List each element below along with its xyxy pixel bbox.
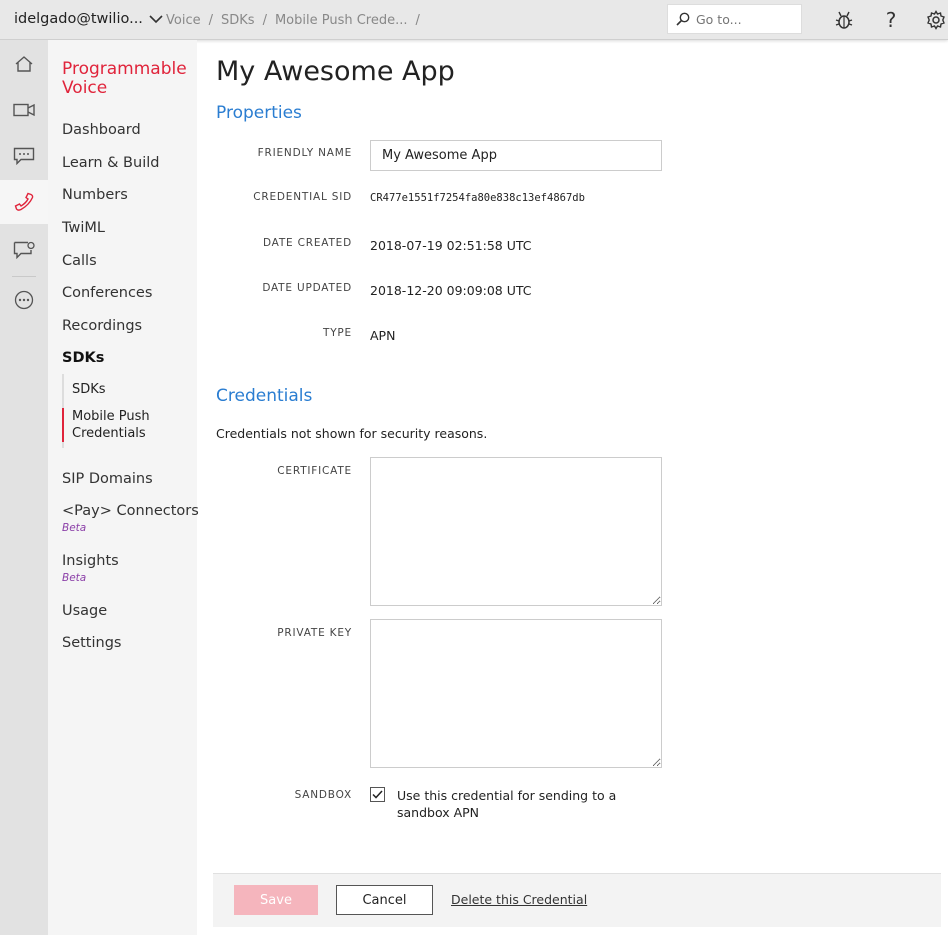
certificate-label: CERTIFICATE [277,465,352,477]
credentials-note: Credentials not shown for security reaso… [216,426,488,441]
phone-icon[interactable] [0,180,48,224]
action-footer: Save Cancel Delete this Credential [213,873,941,927]
nav-sdks[interactable]: SDKs [62,350,104,366]
breadcrumb-separator: / [415,13,420,28]
video-icon[interactable] [0,88,48,132]
date-created-value: 2018-07-19 02:51:58 UTC [370,238,532,253]
sdks-subnav: SDKs Mobile Push Credentials [62,374,192,448]
top-bar: idelgado@twilio... Voice / SDKs / Mobile Pus… [0,0,948,40]
page-title: My Awesome App [216,56,455,87]
side-nav: Programmable Voice Dashboard Learn & Bui… [48,40,199,935]
private-key-label: PRIVATE KEY [277,627,352,639]
search-box[interactable] [667,4,802,34]
chat-settings-icon[interactable] [0,228,48,272]
sandbox-checkbox-label[interactable]: Use this credential for sending to a san… [397,787,667,821]
nav-usage[interactable]: Usage [62,603,107,619]
subnav-sdks[interactable]: SDKs [72,381,106,398]
nav-dashboard[interactable]: Dashboard [62,122,141,138]
sandbox-checkbox[interactable] [370,787,385,802]
nav-insights[interactable]: Insights [62,553,119,569]
more-icon[interactable] [0,278,48,322]
debugger-bug-icon[interactable] [833,9,855,31]
delete-credential-link[interactable]: Delete this Credential [451,892,587,907]
cancel-button[interactable]: Cancel [336,885,433,915]
product-title: Programmable Voice [62,59,187,98]
chevron-down-icon [149,15,163,24]
save-button[interactable]: Save [234,885,318,915]
nav-sip-domains[interactable]: SIP Domains [62,471,153,487]
nav-recordings[interactable]: Recordings [62,318,142,334]
nav-pay-connectors[interactable]: <Pay> Connectors [62,503,199,519]
home-icon[interactable] [0,42,48,86]
private-key-textarea[interactable] [370,619,662,768]
messaging-icon[interactable] [0,134,48,178]
checkmark-icon [372,790,383,799]
nav-twiml[interactable]: TwiML [62,220,105,236]
help-icon[interactable]: ? [880,8,902,32]
search-icon [676,12,690,26]
gear-icon[interactable] [925,9,947,31]
type-value: APN [370,328,396,343]
breadcrumb-voice[interactable]: Voice [166,13,201,28]
breadcrumb-separator: / [208,13,213,28]
friendly-name-input[interactable] [370,140,662,171]
credential-sid-value: CR477e1551f7254fa80e838c13ef4867db [370,192,585,204]
subnav-mobile-push-credentials[interactable]: Mobile Push Credentials [62,408,154,442]
breadcrumb-mobile-push[interactable]: Mobile Push Crede... [275,13,408,28]
breadcrumb-separator: / [262,13,267,28]
nav-settings[interactable]: Settings [62,635,121,651]
breadcrumb-sdks[interactable]: SDKs [221,13,255,28]
nav-conferences[interactable]: Conferences [62,285,152,301]
nav-numbers[interactable]: Numbers [62,187,128,203]
credentials-heading: Credentials [216,386,313,406]
sandbox-label: SANDBOX [294,789,352,801]
account-switcher[interactable]: idelgado@twilio... [14,11,163,27]
properties-heading: Properties [216,103,302,123]
date-updated-value: 2018-12-20 09:09:08 UTC [370,283,532,298]
credential-sid-label: CREDENTIAL SID [253,191,352,203]
breadcrumb: Voice / SDKs / Mobile Push Crede... / [166,13,428,28]
date-created-label: DATE CREATED [262,237,352,249]
certificate-textarea[interactable] [370,457,662,606]
product-rail [0,40,48,935]
beta-badge: Beta [62,572,87,584]
type-label: TYPE [323,327,352,339]
beta-badge: Beta [62,522,87,534]
nav-learn-build[interactable]: Learn & Build [62,155,159,171]
main-content: My Awesome App Properties FRIENDLY NAME … [197,40,948,935]
nav-calls[interactable]: Calls [62,253,97,269]
account-name: idelgado@twilio... [14,11,143,27]
rail-divider [12,276,36,277]
friendly-name-label: FRIENDLY NAME [257,147,352,159]
search-input[interactable] [696,11,796,27]
date-updated-label: DATE UPDATED [262,282,352,294]
